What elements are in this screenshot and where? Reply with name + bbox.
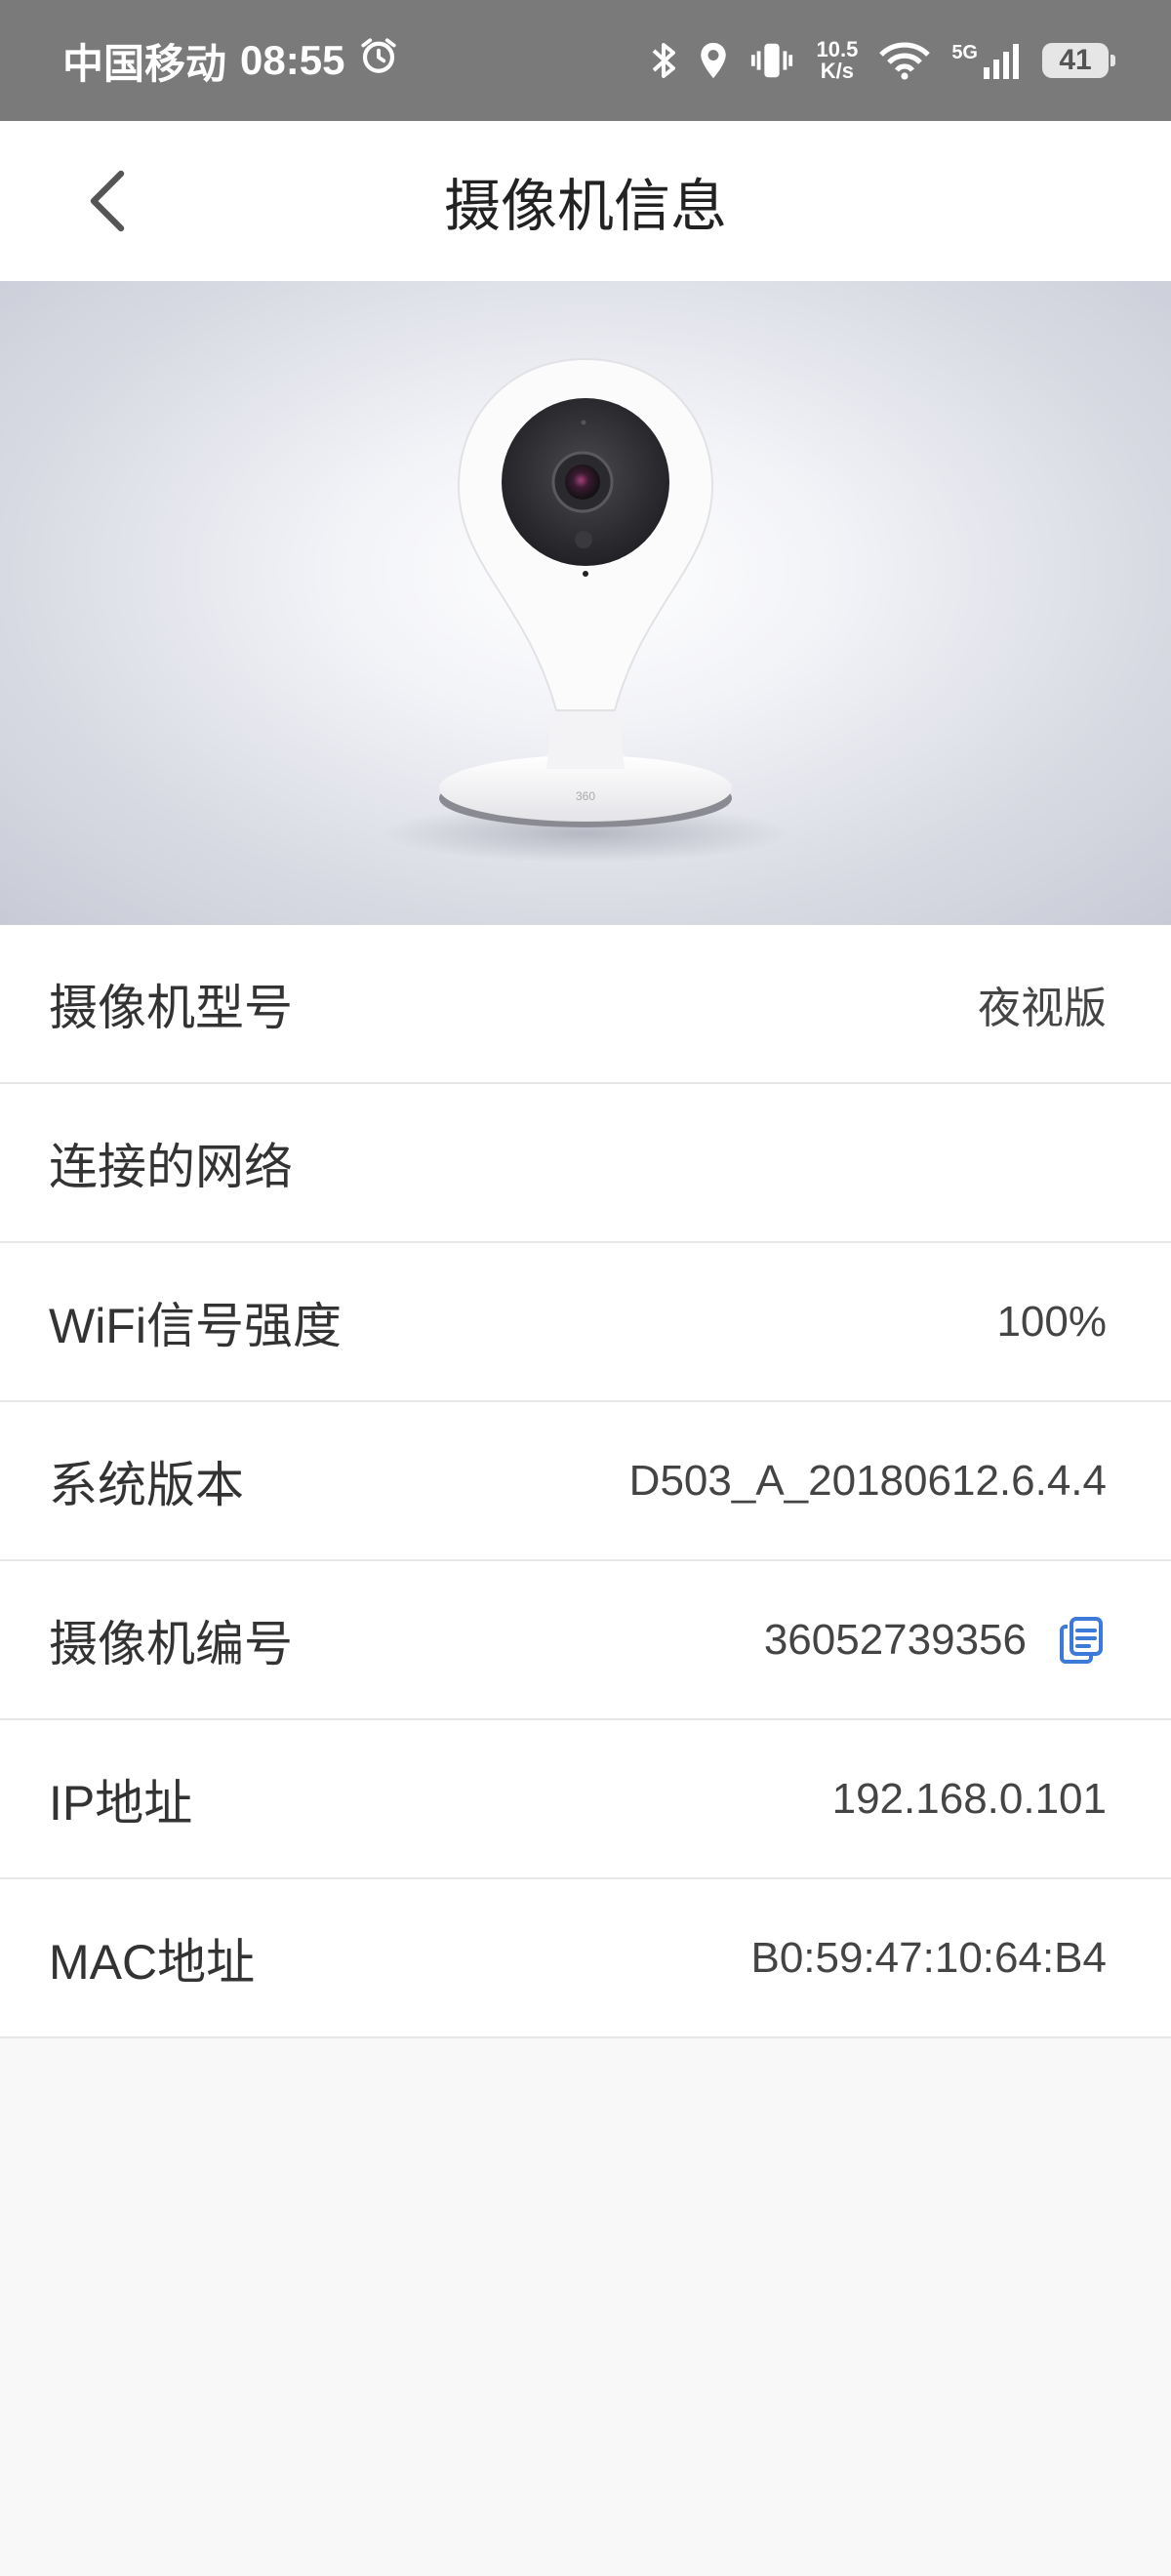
row-wifi-strength[interactable]: WiFi信号强度 100%	[0, 1243, 1171, 1402]
alarm-icon	[358, 35, 399, 86]
empty-area	[0, 2038, 1171, 2526]
row-value: 36052739356	[763, 1615, 1027, 1664]
network-type: 5G	[951, 42, 978, 63]
nav-header: 摄像机信息	[0, 121, 1171, 281]
vibrate-icon	[749, 41, 794, 80]
row-label: 系统版本	[49, 1457, 244, 1512]
back-button[interactable]	[78, 164, 137, 238]
location-icon	[699, 41, 728, 80]
status-right: 10.5 K/s 5G 41	[650, 39, 1115, 82]
bluetooth-icon	[650, 41, 677, 80]
camera-illustration: 360	[381, 357, 790, 863]
camera-info-list: 摄像机型号 夜视版 连接的网络 WiFi信号强度 100% 系统版本 D503_…	[0, 925, 1171, 2038]
row-connected-network[interactable]: 连接的网络	[0, 1084, 1171, 1243]
row-value: 192.168.0.101	[831, 1774, 1107, 1823]
copy-icon[interactable]	[1056, 1615, 1107, 1666]
speed-unit: K/s	[820, 59, 855, 83]
network-speed: 10.5 K/s	[816, 39, 858, 82]
signal-icon: 5G	[951, 42, 1021, 79]
row-value-wrap: 36052739356	[764, 1615, 1107, 1666]
row-label: 摄像机编号	[49, 1616, 293, 1671]
row-camera-serial[interactable]: 摄像机编号 36052739356	[0, 1561, 1171, 1720]
carrier-label: 中国移动	[62, 40, 227, 87]
row-label: WiFi信号强度	[49, 1298, 342, 1353]
clock-time: 08:55	[240, 37, 345, 83]
row-label: IP地址	[49, 1775, 193, 1831]
row-camera-model[interactable]: 摄像机型号 夜视版	[0, 925, 1171, 1084]
camera-hero-image: 360	[0, 281, 1171, 925]
row-value: B0:59:47:10:64:B4	[750, 1933, 1107, 1982]
row-value: 夜视版	[978, 984, 1107, 1032]
page-title: 摄像机信息	[443, 175, 727, 238]
status-left: 中国移动 08:55	[62, 31, 399, 91]
battery-icon: 41	[1042, 43, 1115, 78]
row-label: 连接的网络	[49, 1139, 293, 1194]
row-ip-address[interactable]: IP地址 192.168.0.101	[0, 1720, 1171, 1879]
wifi-icon	[879, 41, 931, 80]
row-label: 摄像机型号	[49, 980, 293, 1035]
row-value: D503_A_20180612.6.4.4	[628, 1456, 1107, 1505]
row-system-version[interactable]: 系统版本 D503_A_20180612.6.4.4	[0, 1402, 1171, 1561]
row-mac-address[interactable]: MAC地址 B0:59:47:10:64:B4	[0, 1879, 1171, 2038]
speed-value: 10.5	[816, 37, 859, 61]
row-value: 100%	[996, 1297, 1107, 1346]
row-label: MAC地址	[49, 1934, 256, 1990]
status-bar: 中国移动 08:55 10.5 K/s 5G 41	[0, 0, 1171, 121]
battery-level: 41	[1059, 44, 1092, 76]
back-arrow-icon	[90, 170, 125, 232]
brand-mark: 360	[576, 789, 595, 803]
